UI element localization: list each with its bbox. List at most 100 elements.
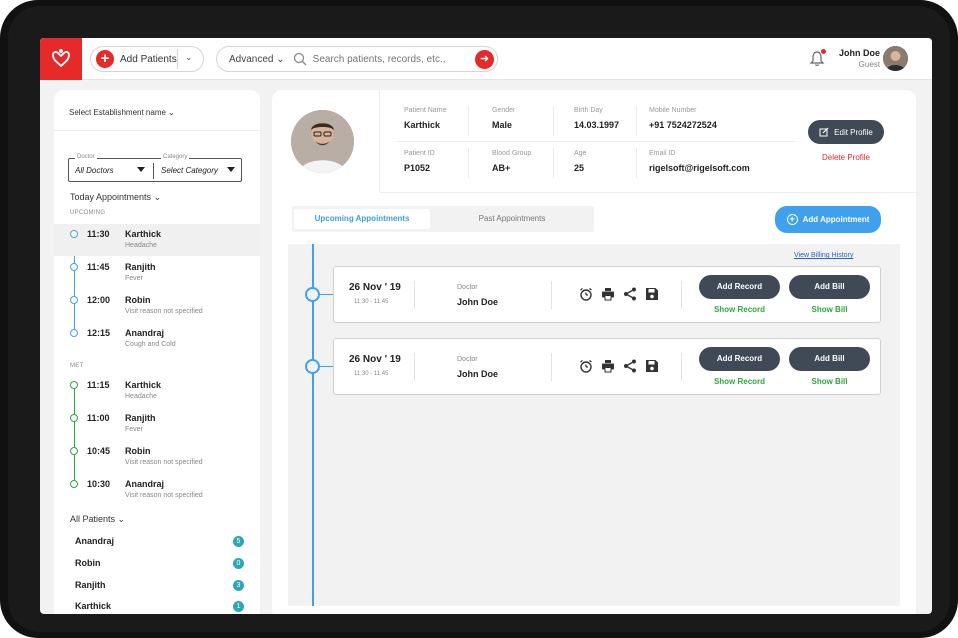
category-legend: Category bbox=[161, 154, 190, 160]
doctor-select[interactable]: All Doctors bbox=[75, 166, 114, 175]
list-item[interactable]: 12:15 Anandraj Cough and Cold bbox=[54, 323, 260, 355]
chevron-down-icon[interactable]: ⌄ bbox=[185, 52, 193, 63]
all-patients-toggle[interactable]: All Patients ⌄ bbox=[70, 514, 125, 525]
timeline-dot bbox=[70, 381, 78, 389]
appointment-reason: Visit reason not specified bbox=[125, 308, 203, 315]
timeline-node bbox=[305, 287, 320, 302]
top-bar: + Add Patients ⌄ Advanced ⌄ ➜ John Doe G… bbox=[40, 38, 932, 80]
search-bar: Advanced ⌄ ➜ bbox=[216, 46, 498, 72]
appointment-time: 10:45 bbox=[87, 446, 111, 456]
mobile-value: +91 7524272524 bbox=[649, 120, 717, 130]
show-bill-link[interactable]: Show Bill bbox=[789, 305, 870, 314]
view-billing-history-link[interactable]: View Billing History bbox=[794, 252, 853, 259]
show-record-link[interactable]: Show Record bbox=[699, 305, 780, 314]
patient-name-value: Karthick bbox=[404, 120, 441, 130]
add-bill-button[interactable]: Add Bill bbox=[789, 347, 870, 371]
timeline-dot bbox=[70, 263, 78, 271]
list-item[interactable]: 11:00 Ranjith Fever bbox=[54, 408, 260, 440]
avatar[interactable] bbox=[883, 46, 908, 71]
appointment-patient: Ranjith bbox=[125, 413, 156, 423]
list-item[interactable]: Anandraj 5 bbox=[74, 536, 244, 550]
appointment-time: 11:30 bbox=[87, 229, 110, 239]
establishment-select[interactable]: Select Establishment name ⌄ bbox=[69, 108, 175, 117]
list-item[interactable]: 10:30 Anandraj Visit reason not specifie… bbox=[54, 474, 260, 506]
appointment-time-range: 11:30 - 11:45 bbox=[354, 299, 389, 305]
edit-profile-button[interactable]: Edit Profile bbox=[808, 120, 884, 144]
age-value: 25 bbox=[574, 163, 585, 173]
doctor-legend: Doctor bbox=[75, 154, 97, 160]
user-role: Guest bbox=[858, 60, 880, 69]
appointment-time: 11:00 bbox=[87, 413, 110, 423]
save-icon[interactable] bbox=[645, 359, 659, 373]
appointment-reason: Fever bbox=[125, 426, 143, 433]
appointment-time: 12:15 bbox=[87, 328, 111, 338]
alarm-icon[interactable] bbox=[579, 287, 593, 301]
divider bbox=[551, 353, 552, 381]
list-item[interactable]: 11:30 Karthick Headache bbox=[54, 224, 260, 256]
printer-icon[interactable] bbox=[601, 359, 615, 373]
patient-avatar bbox=[291, 110, 354, 173]
timeline-dot bbox=[70, 480, 78, 488]
advanced-search-dropdown[interactable]: Advanced ⌄ bbox=[229, 54, 285, 65]
share-icon[interactable] bbox=[623, 359, 637, 373]
category-select[interactable]: Select Category bbox=[161, 166, 218, 175]
appointment-time: 10:30 bbox=[87, 479, 111, 489]
divider bbox=[414, 353, 415, 381]
list-item[interactable]: Ranjith 3 bbox=[74, 580, 244, 594]
divider bbox=[468, 148, 469, 178]
show-bill-link[interactable]: Show Bill bbox=[789, 377, 870, 386]
birth-day-value: 14.03.1997 bbox=[574, 120, 620, 130]
patient-name: Robin bbox=[75, 558, 101, 568]
advanced-label: Advanced bbox=[229, 53, 274, 65]
caret-down-icon[interactable] bbox=[137, 167, 145, 172]
tablet-bezel: + Add Patients ⌄ Advanced ⌄ ➜ John Doe G… bbox=[8, 6, 950, 632]
list-item[interactable]: Karthick 1 bbox=[74, 601, 244, 614]
patient-name: Karthick bbox=[75, 601, 112, 611]
add-patients-button[interactable]: + Add Patients ⌄ bbox=[90, 46, 204, 72]
timeline-dot bbox=[70, 329, 78, 337]
user-name: John Doe bbox=[838, 48, 880, 58]
arrow-right-icon[interactable]: ➜ bbox=[475, 50, 494, 69]
divider bbox=[553, 148, 554, 178]
add-record-button[interactable]: Add Record bbox=[699, 275, 780, 299]
add-patients-label: Add Patients bbox=[120, 53, 177, 65]
list-item[interactable]: 11:45 Ranjith Fever bbox=[54, 257, 260, 289]
patient-id-label: Patient ID bbox=[404, 150, 435, 157]
save-icon[interactable] bbox=[645, 287, 659, 301]
divider bbox=[681, 353, 682, 381]
appointment-patient: Robin bbox=[125, 295, 151, 305]
list-item[interactable]: 10:45 Robin Visit reason not specified bbox=[54, 441, 260, 473]
divider bbox=[396, 141, 796, 142]
all-patients-label: All Patients bbox=[70, 514, 116, 524]
today-appointments-toggle[interactable]: Today Appointments ⌄ bbox=[70, 192, 161, 203]
doctor-name: John Doe bbox=[457, 369, 499, 379]
divider bbox=[553, 106, 554, 136]
tab-upcoming-appointments[interactable]: Upcoming Appointments bbox=[294, 209, 430, 229]
blood-group-value: AB+ bbox=[492, 163, 511, 173]
tab-past-appointments[interactable]: Past Appointments bbox=[432, 209, 592, 229]
show-record-link[interactable]: Show Record bbox=[699, 377, 780, 386]
caret-down-icon[interactable] bbox=[227, 167, 235, 172]
plus-icon: + bbox=[786, 214, 798, 225]
add-appointment-button[interactable]: + Add Appointment bbox=[775, 206, 881, 233]
add-bill-button[interactable]: Add Bill bbox=[789, 275, 870, 299]
share-icon[interactable] bbox=[623, 287, 637, 301]
alarm-icon[interactable] bbox=[579, 359, 593, 373]
timeline-dot bbox=[70, 230, 78, 238]
today-label: Today Appointments bbox=[70, 192, 152, 202]
establishment-label: Select Establishment name bbox=[69, 108, 166, 117]
hand-heart-logo-icon[interactable] bbox=[40, 38, 82, 80]
add-record-button[interactable]: Add Record bbox=[699, 347, 780, 371]
doctor-label: Doctor bbox=[457, 356, 478, 363]
email-label: Email ID bbox=[649, 150, 676, 157]
filter-box: Doctor Category All Doctors Select Categ… bbox=[68, 154, 242, 182]
list-item[interactable]: 11:15 Karthick Headache bbox=[54, 375, 260, 407]
appointment-time: 12:00 bbox=[87, 295, 111, 305]
list-item[interactable]: Robin 0 bbox=[74, 558, 244, 572]
appointment-patient: Karthick bbox=[125, 229, 162, 239]
search-input[interactable] bbox=[312, 53, 473, 65]
printer-icon[interactable] bbox=[601, 287, 615, 301]
list-item[interactable]: 12:00 Robin Visit reason not specified bbox=[54, 290, 260, 322]
delete-profile-link[interactable]: Delete Profile bbox=[808, 153, 884, 162]
card-actions bbox=[579, 359, 659, 373]
